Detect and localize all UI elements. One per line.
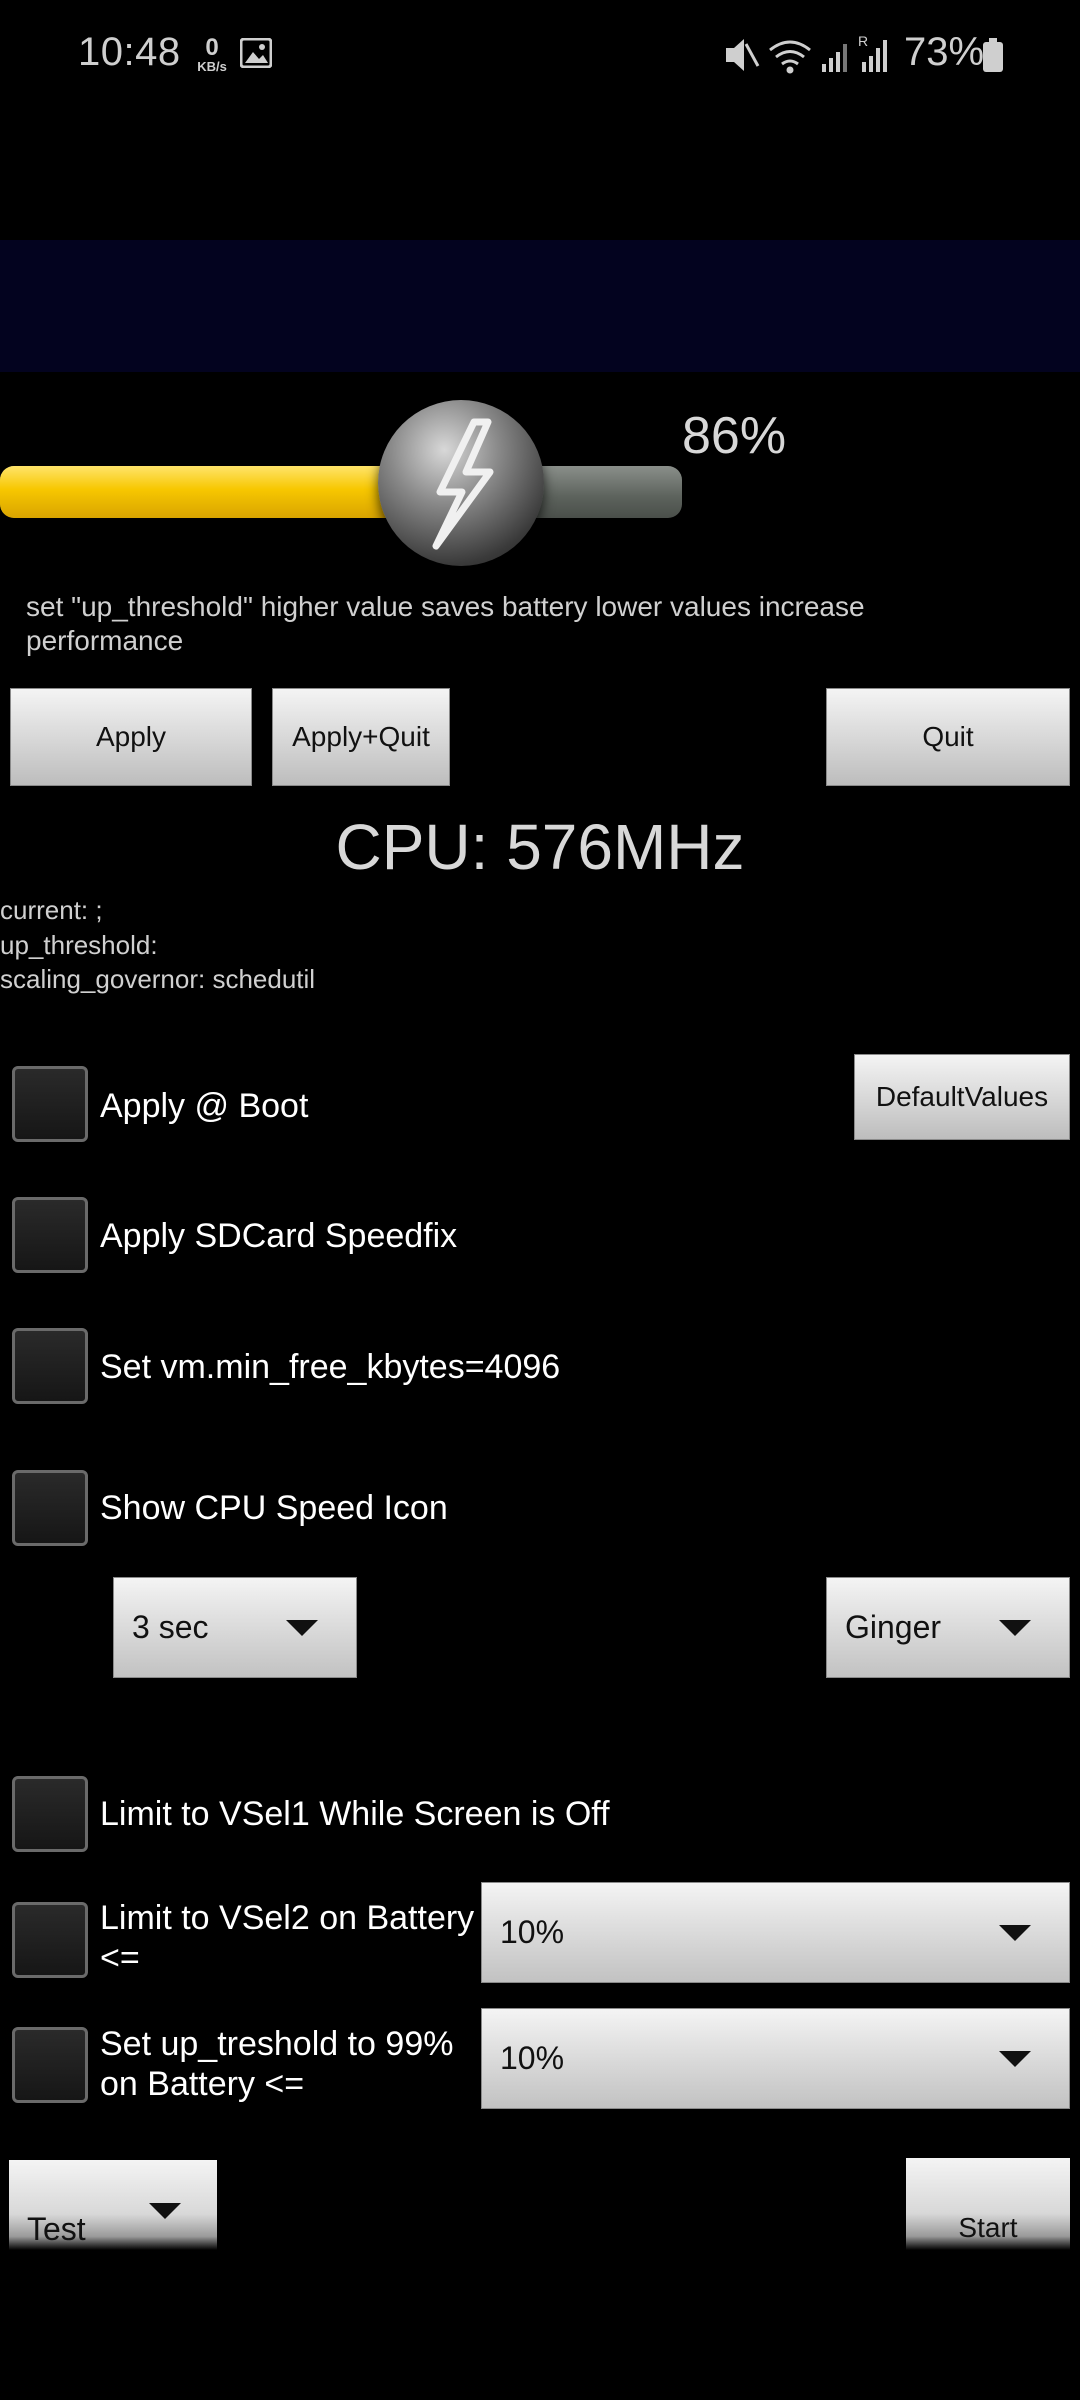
- theme-value: Ginger: [845, 1609, 942, 1645]
- info-up-threshold: up_threshold:: [0, 930, 158, 960]
- vsel2-label: Limit to VSel2 on Battery <=: [100, 1899, 475, 1977]
- apply-button[interactable]: Apply: [10, 688, 252, 786]
- threshold-description: set "up_threshold" higher value saves ba…: [26, 591, 865, 656]
- threshold-slider-fill: [0, 466, 420, 518]
- vsel2-percent-dropdown[interactable]: 10%: [481, 1882, 1070, 1983]
- quit-button[interactable]: Quit: [826, 688, 1070, 786]
- interval-dropdown[interactable]: 3 sec: [113, 1577, 357, 1678]
- battery-icon: [983, 38, 1003, 72]
- sdcard-speedfix-checkbox[interactable]: [12, 1197, 88, 1273]
- test-dropdown[interactable]: Test: [9, 2160, 217, 2250]
- up-treshold-percent-value: 10%: [500, 2040, 565, 2076]
- up-treshold-checkbox[interactable]: [12, 2027, 88, 2103]
- vsel1-checkbox[interactable]: [12, 1776, 88, 1852]
- net-speed: 0 KB/s: [196, 34, 228, 74]
- net-speed-value: 0: [205, 34, 219, 61]
- signal-r-icon: R: [858, 33, 887, 72]
- cpu-speed-icon-label: Show CPU Speed Icon: [100, 1489, 448, 1527]
- mute-icon: [726, 39, 760, 71]
- start-label: Start: [958, 2212, 1018, 2243]
- up-treshold-percent-dropdown[interactable]: 10%: [481, 2008, 1070, 2109]
- vsel2-checkbox[interactable]: [12, 1902, 88, 1978]
- image-icon: [240, 38, 272, 68]
- chevron-down-icon: [286, 1619, 318, 1636]
- cpu-speed-icon-checkbox[interactable]: [12, 1470, 88, 1546]
- ad-banner: [0, 240, 1080, 372]
- info-current: current: ;: [0, 895, 103, 925]
- wifi-icon: [769, 40, 811, 74]
- sdcard-speedfix-label: Apply SDCard Speedfix: [100, 1217, 458, 1255]
- vm-min-free-checkbox[interactable]: [12, 1328, 88, 1404]
- battery-percent: 73%: [904, 30, 985, 74]
- chevron-down-icon: [999, 2050, 1031, 2067]
- status-time: 10:48: [78, 30, 181, 74]
- default-values-button[interactable]: DefaultValues: [854, 1054, 1070, 1140]
- slider-percent: 86%: [682, 407, 787, 465]
- start-button[interactable]: Start: [906, 2158, 1070, 2250]
- svg-text:R: R: [858, 33, 868, 49]
- vm-min-free-label: Set vm.min_free_kbytes=4096: [100, 1348, 561, 1386]
- chevron-down-icon: [999, 1619, 1031, 1636]
- info-scaling-governor: scaling_governor: schedutil: [0, 964, 316, 994]
- vsel1-label: Limit to VSel1 While Screen is Off: [100, 1795, 610, 1833]
- vsel2-percent-value: 10%: [500, 1914, 565, 1950]
- chevron-down-icon: [999, 1924, 1031, 1941]
- status-bar: 10:48 0 KB/s R 73%: [0, 0, 1080, 110]
- lightning-icon: [432, 418, 494, 550]
- interval-value: 3 sec: [132, 1609, 209, 1645]
- apply-boot-checkbox[interactable]: [12, 1066, 88, 1142]
- cpu-speed: CPU: 576MHz: [335, 811, 745, 883]
- apply-quit-button[interactable]: Apply+Quit: [272, 688, 450, 786]
- slider-knob[interactable]: [378, 400, 544, 566]
- theme-dropdown[interactable]: Ginger: [826, 1577, 1070, 1678]
- net-speed-unit: KB/s: [197, 59, 227, 74]
- apply-boot-label: Apply @ Boot: [100, 1087, 309, 1125]
- chevron-down-icon: [149, 2203, 181, 2219]
- up-treshold-label: Set up_treshold to 99% on Battery <=: [100, 2025, 454, 2103]
- signal-icon: [822, 44, 847, 72]
- status-icons: R: [726, 33, 887, 74]
- test-value: Test: [27, 2210, 86, 2247]
